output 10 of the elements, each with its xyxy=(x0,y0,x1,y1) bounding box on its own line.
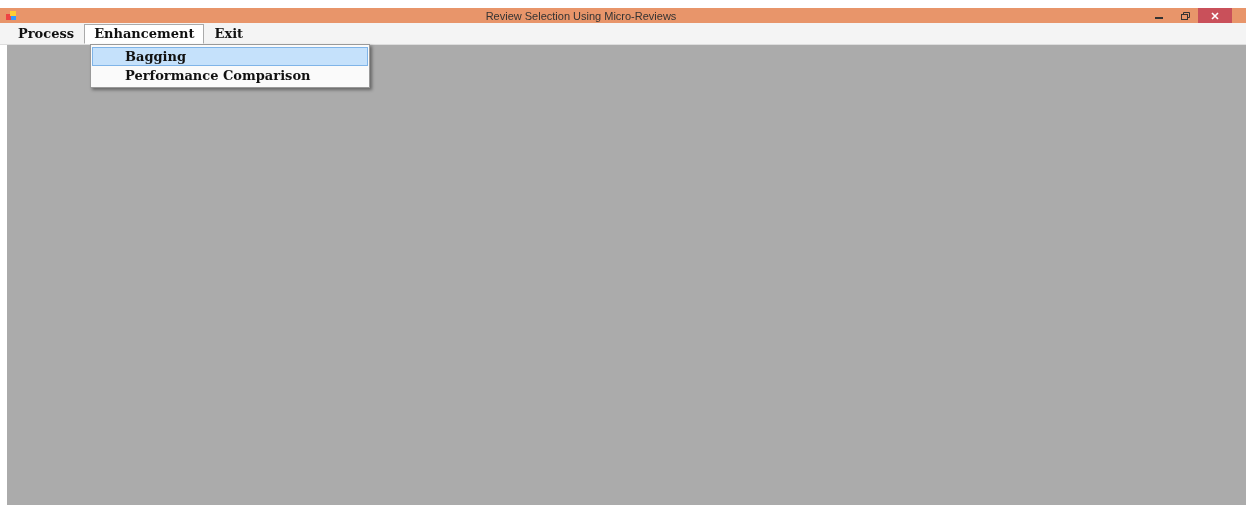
menu-item[interactable]: Enhancement xyxy=(84,23,205,44)
dropdown-item[interactable]: Performance Comparison xyxy=(92,66,368,85)
restore-icon xyxy=(1180,11,1190,20)
app-icon xyxy=(6,11,16,20)
close-icon xyxy=(1211,11,1219,20)
dropdown-item[interactable]: Bagging xyxy=(92,47,368,66)
close-button[interactable] xyxy=(1198,8,1232,23)
menu-item[interactable]: Process xyxy=(8,23,85,44)
menu-item[interactable]: Exit xyxy=(204,23,254,44)
window-title: Review Selection Using Micro-Reviews xyxy=(484,9,678,22)
